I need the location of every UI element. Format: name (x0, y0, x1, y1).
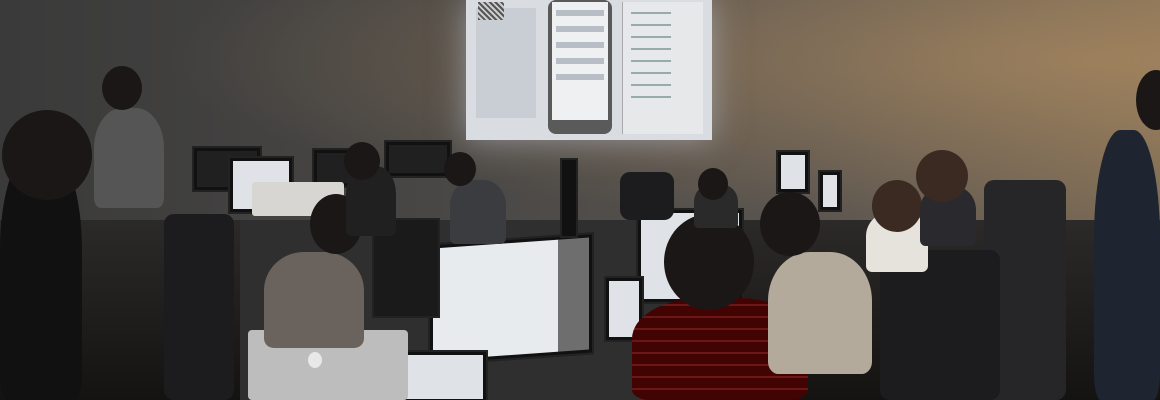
code-line (631, 72, 671, 74)
person (264, 252, 364, 348)
phone-screen (552, 2, 608, 120)
phone-simulator (548, 0, 612, 134)
classroom-photo (0, 0, 1160, 400)
monitor-side (560, 158, 578, 238)
phone-row (556, 58, 604, 64)
projection-left-panel (476, 8, 536, 118)
monitor (384, 140, 452, 178)
projection-code-panel (622, 2, 703, 134)
person-head (872, 180, 922, 232)
monitor (818, 170, 842, 212)
person (94, 108, 164, 208)
phone-row (556, 74, 604, 80)
phone-row (556, 42, 604, 48)
code-line (631, 36, 671, 38)
code-line (631, 24, 671, 26)
monitor (776, 150, 810, 194)
qr-code (478, 2, 504, 20)
code-line (631, 12, 671, 14)
person-head (444, 152, 476, 186)
laptop (402, 350, 488, 400)
monitor-screen (823, 175, 837, 207)
phone-row (556, 26, 604, 32)
code-line (631, 60, 671, 62)
monitor (428, 232, 594, 366)
person-standing (1094, 130, 1160, 400)
person-head (102, 66, 142, 110)
person-head (698, 168, 728, 200)
chair (880, 250, 1000, 400)
person-head (916, 150, 968, 202)
code-line (631, 48, 671, 50)
person-head (2, 110, 92, 200)
person (450, 180, 506, 244)
code-line (631, 84, 671, 86)
code-line (631, 96, 671, 98)
person-head (664, 214, 754, 310)
laptop-screen (407, 355, 483, 399)
person-head (344, 142, 380, 180)
projected-app-screen (466, 0, 712, 140)
person-head (760, 192, 820, 256)
person-hoodie (768, 252, 872, 374)
phone-row (556, 10, 604, 16)
chair (164, 214, 234, 400)
monitor-screen (433, 237, 589, 361)
monitor-screen (781, 155, 805, 189)
apple-logo-icon (308, 352, 322, 368)
chair (620, 172, 674, 220)
